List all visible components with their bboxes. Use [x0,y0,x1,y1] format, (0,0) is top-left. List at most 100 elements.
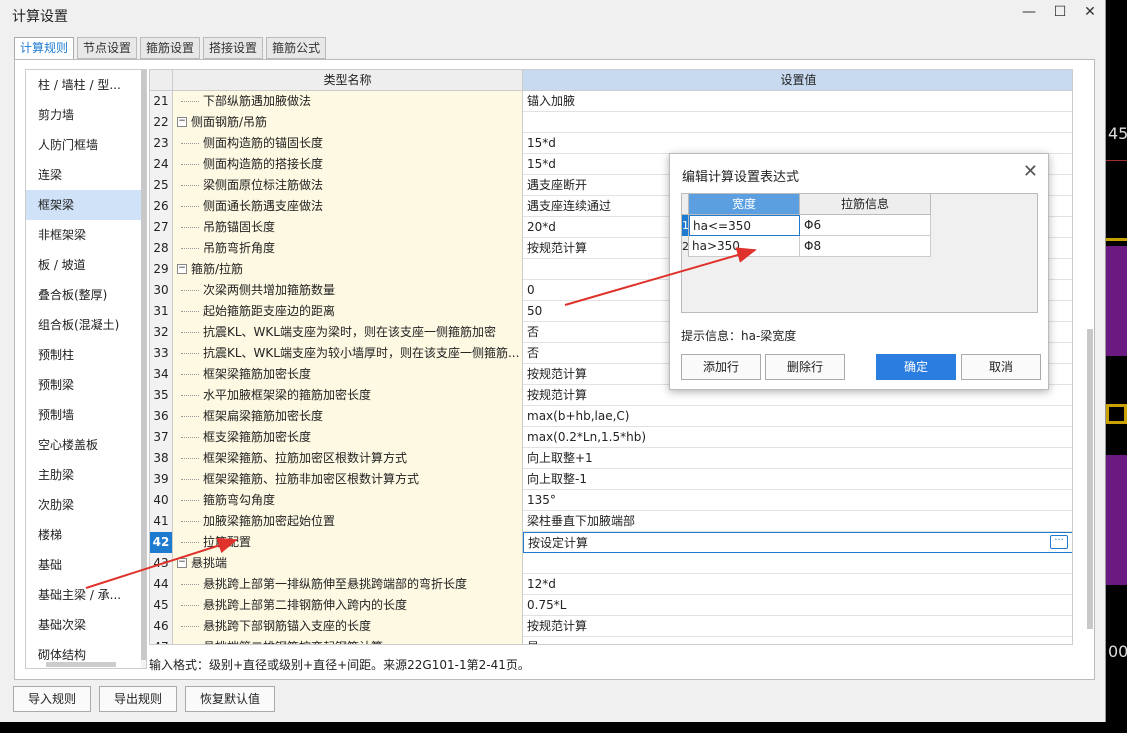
row-value-text: 50 [527,304,543,318]
row-number: 40 [150,490,173,511]
row-value[interactable]: max(b+hb,lae,C) [523,406,1072,427]
table-row[interactable]: 36 框架扁梁箍筋加密长度 max(b+hb,lae,C) [150,406,1072,427]
row-value[interactable] [523,112,1072,133]
row-value[interactable]: 按设定计算 ··· [523,532,1072,553]
row-value[interactable]: 0.75*L [523,595,1072,616]
tab-0[interactable]: 计算规则 [14,37,75,61]
tab-4[interactable]: 箍筋公式 [266,37,327,59]
import-rules-button[interactable]: 导入规则 [13,686,92,712]
tab-bar: 计算规则 节点设置 箍筋设置 搭接设置 箍筋公式 [14,37,327,61]
row-value-text: 遇支座断开 [527,178,588,192]
row-value[interactable]: max(0.2*Ln,1.5*hb) [523,427,1072,448]
dialog-close-icon[interactable]: ✕ [1023,161,1038,182]
row-value[interactable]: 向上取整-1 [523,469,1072,490]
row-name: 箍筋弯勾角度 [203,493,276,507]
table-row[interactable]: 39 框架梁箍筋、拉筋非加密区根数计算方式 向上取整-1 [150,469,1072,490]
sidebar-item[interactable]: 预制梁 [26,370,146,400]
collapse-icon[interactable]: − [177,558,187,568]
info-cell[interactable]: Φ6 [800,215,931,236]
ok-button[interactable]: 确定 [876,354,956,380]
add-row-button[interactable]: 添加行 [681,354,761,380]
sidebar-item[interactable]: 次肋梁 [26,490,146,520]
sidebar-item[interactable]: 框架梁 [26,190,146,220]
row-value-text: 按设定计算 [528,536,589,550]
sidebar-item[interactable]: 组合板(混凝土) [26,310,146,340]
sidebar-item[interactable]: 板 / 坡道 [26,250,146,280]
tab-1[interactable]: 节点设置 [77,37,138,59]
row-value[interactable]: 12*d [523,574,1072,595]
row-name: 悬挑跨上部第二排钢筋伸入跨内的长度 [203,598,408,612]
table-row[interactable]: 37 框支梁箍筋加密长度 max(0.2*Ln,1.5*hb) [150,427,1072,448]
tab-2[interactable]: 箍筋设置 [140,37,201,59]
collapse-icon[interactable]: − [177,264,187,274]
sidebar-item[interactable]: 基础主梁 / 承... [26,580,146,610]
group-row[interactable]: 43− 悬挑端 [150,553,1072,574]
sidebar-item[interactable]: 剪力墙 [26,100,146,130]
row-number: 23 [150,133,173,154]
sidebar-item[interactable]: 主肋梁 [26,460,146,490]
minimize-icon[interactable]: — [1019,4,1039,24]
table-row[interactable]: 1 ha<=350 Φ6 [682,215,931,236]
sidebar-item[interactable]: 非框架梁 [26,220,146,250]
cancel-button[interactable]: 取消 [961,354,1041,380]
sidebar-item[interactable]: 柱 / 墙柱 / 型... [26,70,146,100]
edit-expression-dialog: 编辑计算设置表达式 ✕ 宽度 拉筋信息 1 ha<=350 Φ6 2 ha>35… [669,153,1049,390]
sidebar-hscrollbar[interactable] [46,662,116,667]
info-cell[interactable]: Φ8 [800,236,931,257]
row-value-text: 梁柱垂直下加腋端部 [527,514,636,528]
sidebar-item[interactable]: 楼梯 [26,520,146,550]
row-value[interactable]: 梁柱垂直下加腋端部 [523,511,1072,532]
table-row[interactable]: 47 悬挑端第二排钢筋按弯起钢筋计算 是 [150,637,1072,644]
restore-default-button[interactable]: 恢复默认值 [185,686,276,712]
export-rules-button[interactable]: 导出规则 [99,686,178,712]
collapse-icon[interactable]: − [177,117,187,127]
row-name: 框架梁箍筋、拉筋非加密区根数计算方式 [203,472,420,486]
sidebar-item[interactable]: 预制墙 [26,400,146,430]
table-row[interactable]: 21 下部纵筋遇加腋做法 锚入加腋 [150,91,1072,112]
row-value[interactable]: 按规范计算 [523,616,1072,637]
sidebar-item[interactable]: 预制柱 [26,340,146,370]
row-value[interactable]: 向上取整+1 [523,448,1072,469]
width-cell[interactable]: ha<=350 [689,215,800,236]
grid-scrollbar[interactable] [1087,69,1093,645]
maximize-icon[interactable]: ☐ [1050,4,1070,24]
row-number: 25 [150,175,173,196]
ellipsis-icon[interactable]: ··· [1050,535,1068,549]
sidebar-item[interactable]: 人防门框墙 [26,130,146,160]
row-name: 梁侧面原位标注筋做法 [203,178,324,192]
table-row[interactable]: 45 悬挑跨上部第二排钢筋伸入跨内的长度 0.75*L [150,595,1072,616]
close-icon[interactable]: ✕ [1080,4,1100,24]
sidebar-item[interactable]: 空心楼盖板 [26,430,146,460]
width-cell[interactable]: ha>350 [689,236,800,257]
row-value[interactable]: 15*d [523,133,1072,154]
table-row[interactable]: 38 框架梁箍筋、拉筋加密区根数计算方式 向上取整+1 [150,448,1072,469]
row-value[interactable]: 锚入加腋 [523,91,1072,112]
sidebar-item[interactable]: 基础次梁 [26,610,146,640]
table-row[interactable]: 23 侧面构造筋的锚固长度 15*d [150,133,1072,154]
row-value-text: 20*d [527,220,556,234]
row-number: 1 [682,215,689,236]
sidebar-scrollbar[interactable] [141,70,146,668]
window-title: 计算设置 [12,9,68,25]
sidebar-item[interactable]: 连梁 [26,160,146,190]
row-name: 抗震KL、WKL端支座为梁时，则在该支座一侧箍筋加密 [203,325,496,339]
delete-row-button[interactable]: 删除行 [765,354,845,380]
table-row[interactable]: 40 箍筋弯勾角度 135° [150,490,1072,511]
table-row[interactable]: 46 悬挑跨下部钢筋锚入支座的长度 按规范计算 [150,616,1072,637]
table-row[interactable]: 42 拉筋配置 按设定计算 ··· [150,532,1072,553]
row-value-text: 15*d [527,136,556,150]
table-row[interactable]: 41 加腋梁箍筋加密起始位置 梁柱垂直下加腋端部 [150,511,1072,532]
row-value[interactable]: 是 [523,637,1072,644]
row-number: 36 [150,406,173,427]
row-value[interactable] [523,553,1072,574]
sidebar-item[interactable]: 叠合板(整厚) [26,280,146,310]
sidebar-item[interactable]: 基础 [26,550,146,580]
row-name: 悬挑跨下部钢筋锚入支座的长度 [203,619,372,633]
group-row[interactable]: 22− 侧面钢筋/吊筋 [150,112,1072,133]
row-value[interactable]: 135° [523,490,1072,511]
row-number: 45 [150,595,173,616]
table-row[interactable]: 44 悬挑跨上部第一排纵筋伸至悬挑跨端部的弯折长度 12*d [150,574,1072,595]
row-value-text: 向上取整-1 [527,472,587,486]
tab-3[interactable]: 搭接设置 [203,37,264,59]
table-row[interactable]: 2 ha>350 Φ8 [682,236,931,257]
